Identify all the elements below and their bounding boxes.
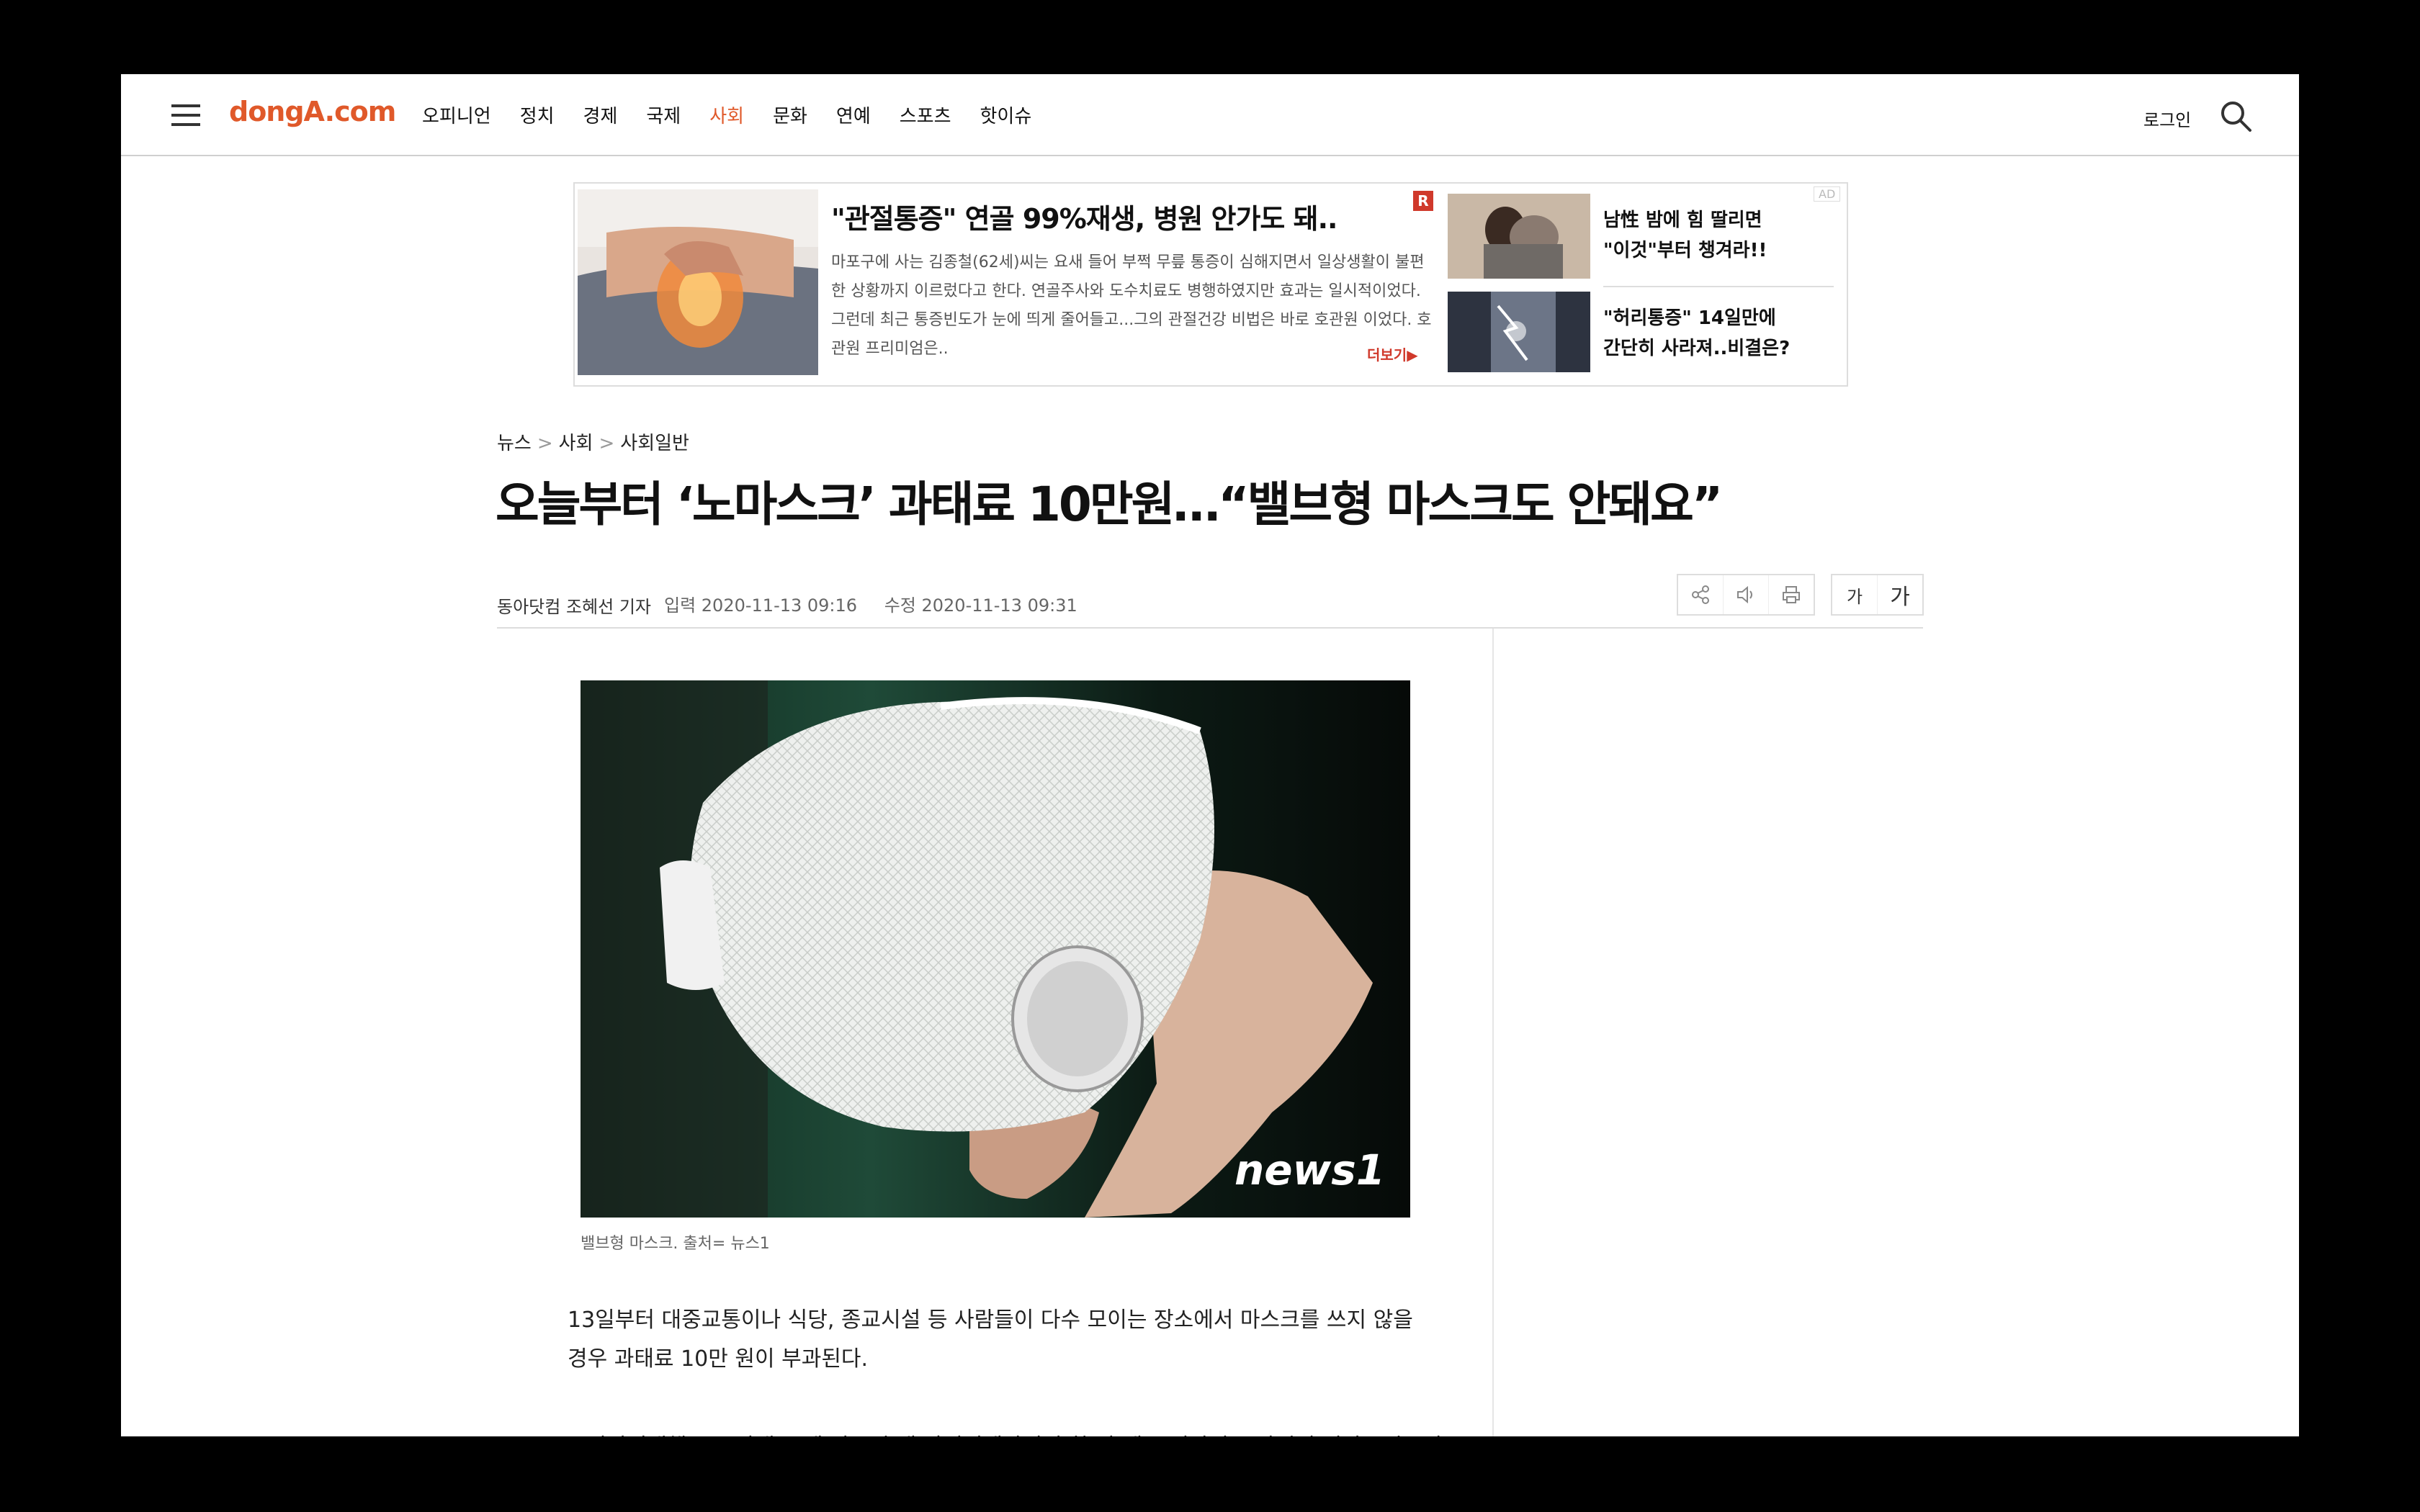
ad-back-pain-image[interactable] <box>1448 292 1590 372</box>
ad-r-badge: R <box>1413 191 1433 211</box>
nav-item-entertainment[interactable]: 연예 <box>836 102 871 128</box>
nav-item-society[interactable]: 사회 <box>709 102 744 128</box>
nav-item-culture[interactable]: 문화 <box>773 102 807 128</box>
nav-item-sports[interactable]: 스포츠 <box>900 102 951 128</box>
nav-item-international[interactable]: 국제 <box>646 102 681 128</box>
browser-page: dongA.com 오피니언 정치 경제 국제 사회 문화 연예 스포츠 핫이슈… <box>121 74 2299 1436</box>
photo-caption: 밸브형 마스크. 출처= 뉴스1 <box>581 1235 770 1253</box>
breadcrumb-society-general[interactable]: 사회일반 <box>620 433 689 454</box>
article-byline[interactable]: 동아닷컴 조혜선 기자 <box>497 593 651 618</box>
article-paragraph-2: 중앙방역대책본부(방대본)에 따르면 새 감염병예방법의 한 달 계도 기간이 … <box>568 1428 1442 1436</box>
photo-watermark: news1 <box>1234 1146 1385 1194</box>
ad-side-item-1[interactable]: 남性 밤에 힘 딸리면 "이것"부터 챙겨라!! <box>1603 205 1834 266</box>
print-icon <box>1783 586 1800 603</box>
header-divider <box>497 627 1923 629</box>
nav-item-economy[interactable]: 경제 <box>583 102 618 128</box>
breadcrumb-society[interactable]: 사회 <box>559 433 593 454</box>
nav-item-politics[interactable]: 정치 <box>520 102 555 128</box>
top-navigation-bar: dongA.com 오피니언 정치 경제 국제 사회 문화 연예 스포츠 핫이슈… <box>121 74 2299 156</box>
font-size-tools: 가 가 <box>1831 574 1924 616</box>
listen-button[interactable] <box>1724 575 1769 614</box>
breadcrumb: 뉴스 > 사회 > 사회일반 <box>497 428 689 455</box>
ad-couple-image[interactable] <box>1448 194 1590 279</box>
article-toolbar: 가 가 <box>1677 574 1940 616</box>
font-smaller-button[interactable]: 가 <box>1832 575 1878 614</box>
breadcrumb-separator: > <box>537 433 553 454</box>
speaker-icon <box>1737 585 1752 604</box>
article-headline: 오늘부터 ‘노마스크’ 과태료 10만원…“밸브형 마스크도 안돼요” <box>496 477 1723 532</box>
article-dates: 입력 2020-11-13 09:16 수정 2020-11-13 09:31 <box>664 591 1099 616</box>
print-button[interactable] <box>1769 575 1814 614</box>
modified-date: 수정 2020-11-13 09:31 <box>884 595 1077 616</box>
hamburger-icon[interactable] <box>171 104 200 126</box>
column-divider <box>1492 629 1494 1436</box>
main-nav: 오피니언 정치 경제 국제 사회 문화 연예 스포츠 핫이슈 <box>422 102 1060 128</box>
nav-item-hot-issue[interactable]: 핫이슈 <box>980 102 1032 128</box>
site-logo[interactable]: dongA.com <box>229 96 396 127</box>
login-link[interactable]: 로그인 <box>2143 106 2191 131</box>
ad-label-badge: AD <box>1814 186 1841 202</box>
ad-banner[interactable]: "관절통증" 연골 99%재생, 병원 안가도 돼.. R 마포구에 사는 김종… <box>573 182 1848 387</box>
ad-divider <box>1603 286 1834 287</box>
breadcrumb-news[interactable]: 뉴스 <box>497 433 532 454</box>
breadcrumb-separator: > <box>599 433 615 454</box>
share-icon <box>1692 585 1709 604</box>
ad-knee-image[interactable] <box>578 189 818 375</box>
ad-side-item-2[interactable]: "허리통증" 14일만에 간단히 사라져..비결은? <box>1603 303 1834 364</box>
share-button[interactable] <box>1678 575 1724 614</box>
ad-main-title[interactable]: "관절통증" 연골 99%재생, 병원 안가도 돼.. <box>831 197 1337 236</box>
nav-item-opinion[interactable]: 오피니언 <box>422 102 491 128</box>
ad-more-link[interactable]: 더보기▶ <box>1367 343 1418 364</box>
search-icon[interactable] <box>2218 99 2253 133</box>
font-larger-button[interactable]: 가 <box>1878 575 1922 614</box>
mask-photo-image: news1 <box>581 680 1410 1218</box>
article-photo[interactable]: news1 <box>581 680 1410 1218</box>
share-tools <box>1677 574 1815 616</box>
article-paragraph-1: 13일부터 대중교통이나 식당, 종교시설 등 사람들이 다수 모이는 장소에서… <box>568 1308 1413 1372</box>
ad-main-body[interactable]: 마포구에 사는 김종철(62세)씨는 요새 들어 부쩍 무릎 통증이 심해지면서… <box>831 248 1436 364</box>
input-date: 입력 2020-11-13 09:16 <box>664 595 858 616</box>
